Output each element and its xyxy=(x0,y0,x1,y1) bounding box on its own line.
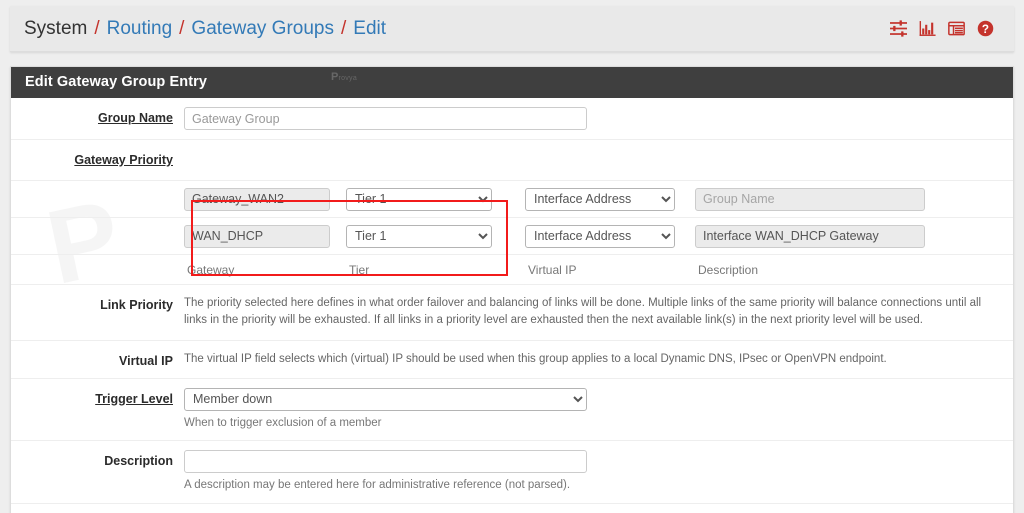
breadcrumb-item-routing[interactable]: Routing xyxy=(107,18,173,40)
column-header-tier: Tier xyxy=(346,263,496,277)
row-description-cell: Interface WAN_DHCP Gateway xyxy=(695,225,925,248)
description-help: A description may be entered here for ad… xyxy=(184,473,1001,494)
link-priority-text: The priority selected here defines in wh… xyxy=(184,285,1013,340)
breadcrumb-bar: System / Routing / Gateway Groups / Edit xyxy=(10,6,1014,52)
table-row: Gateway_WAN2 Tier 1 Interface Address Gr… xyxy=(11,181,1013,218)
row-description-field[interactable]: Interface WAN_DHCP Gateway xyxy=(695,225,925,248)
tier-cell: Tier 1 xyxy=(346,188,496,211)
group-name-row: Group Name xyxy=(11,98,1013,140)
breadcrumb-item-edit[interactable]: Edit xyxy=(353,18,386,40)
panel-title: Edit Gateway Group Entry xyxy=(25,74,207,90)
breadcrumb-separator: / xyxy=(179,18,184,40)
trigger-level-row: Trigger Level Member down When to trigge… xyxy=(11,379,1013,442)
virtual-ip-row: Virtual IP The virtual IP field selects … xyxy=(11,341,1013,379)
gateway-cell: Gateway_WAN2 xyxy=(184,188,334,211)
panel-heading: Edit Gateway Group Entry Provya xyxy=(11,67,1013,98)
group-name-input[interactable] xyxy=(184,107,587,130)
gateway-priority-table: Gateway_WAN2 Tier 1 Interface Address Gr… xyxy=(11,181,1013,285)
trigger-level-select[interactable]: Member down xyxy=(184,388,587,411)
breadcrumb: System / Routing / Gateway Groups / Edit xyxy=(24,18,386,40)
link-priority-label: Link Priority xyxy=(11,285,184,322)
gateway-cell: WAN_DHCP xyxy=(184,225,334,248)
breadcrumb-root: System xyxy=(24,18,87,40)
trigger-level-help: When to trigger exclusion of a member xyxy=(184,411,1001,432)
page-root: System / Routing / Gateway Groups / Edit xyxy=(0,0,1024,513)
tier-select[interactable]: Tier 1 xyxy=(346,225,492,248)
link-priority-row: Link Priority The priority selected here… xyxy=(11,285,1013,341)
gateway-priority-label: Gateway Priority xyxy=(11,140,184,177)
description-label: Description xyxy=(11,441,184,478)
header-icon-group: ? xyxy=(890,20,1000,37)
description-control: A description may be entered here for ad… xyxy=(184,441,1013,503)
gateway-name-field: WAN_DHCP xyxy=(184,225,330,248)
breadcrumb-separator: / xyxy=(341,18,346,40)
virtual-ip-select[interactable]: Interface Address xyxy=(525,188,675,211)
virtual-ip-select[interactable]: Interface Address xyxy=(525,225,675,248)
description-row: Description A description may be entered… xyxy=(11,441,1013,504)
column-header-virtual-ip: Virtual IP xyxy=(525,263,680,277)
trigger-level-control: Member down When to trigger exclusion of… xyxy=(184,379,1013,441)
bar-chart-icon[interactable] xyxy=(919,20,936,37)
virtual-ip-label: Virtual IP xyxy=(11,341,184,378)
svg-text:?: ? xyxy=(982,23,989,36)
group-name-control xyxy=(184,98,1013,139)
panel-watermark: Provya xyxy=(331,71,357,83)
column-header-description: Description xyxy=(695,263,925,277)
virtual-ip-cell: Interface Address xyxy=(525,188,680,211)
table-row: WAN_DHCP Tier 1 Interface Address Interf… xyxy=(11,218,1013,255)
description-input[interactable] xyxy=(184,450,587,473)
sliders-icon[interactable] xyxy=(890,20,907,37)
row-description-field[interactable]: Group Name xyxy=(695,188,925,211)
panel-watermark-letter: P xyxy=(331,71,338,83)
edit-gateway-group-panel: Edit Gateway Group Entry Provya P Group … xyxy=(10,66,1014,513)
help-icon[interactable]: ? xyxy=(977,20,994,37)
group-name-label: Group Name xyxy=(11,98,184,135)
table-column-headers: Gateway Tier Virtual IP Description xyxy=(11,255,1013,285)
panel-watermark-sub: rovya xyxy=(338,75,357,82)
breadcrumb-item-gateway-groups[interactable]: Gateway Groups xyxy=(191,18,334,40)
tier-cell: Tier 1 xyxy=(346,225,496,248)
virtual-ip-text: The virtual IP field selects which (virt… xyxy=(184,341,1013,378)
panel-body: P Group Name Gateway Priority Gateway_W xyxy=(11,98,1013,513)
table-icon[interactable] xyxy=(948,20,965,37)
row-description-cell: Group Name xyxy=(695,188,925,211)
breadcrumb-separator: / xyxy=(94,18,99,40)
virtual-ip-cell: Interface Address xyxy=(525,225,680,248)
tier-select[interactable]: Tier 1 xyxy=(346,188,492,211)
gateway-name-field: Gateway_WAN2 xyxy=(184,188,330,211)
panel-footer-spacer xyxy=(11,504,1013,513)
column-header-gateway: Gateway xyxy=(184,263,334,277)
gateway-priority-label-row: Gateway Priority xyxy=(11,140,1013,181)
trigger-level-label: Trigger Level xyxy=(11,379,184,416)
